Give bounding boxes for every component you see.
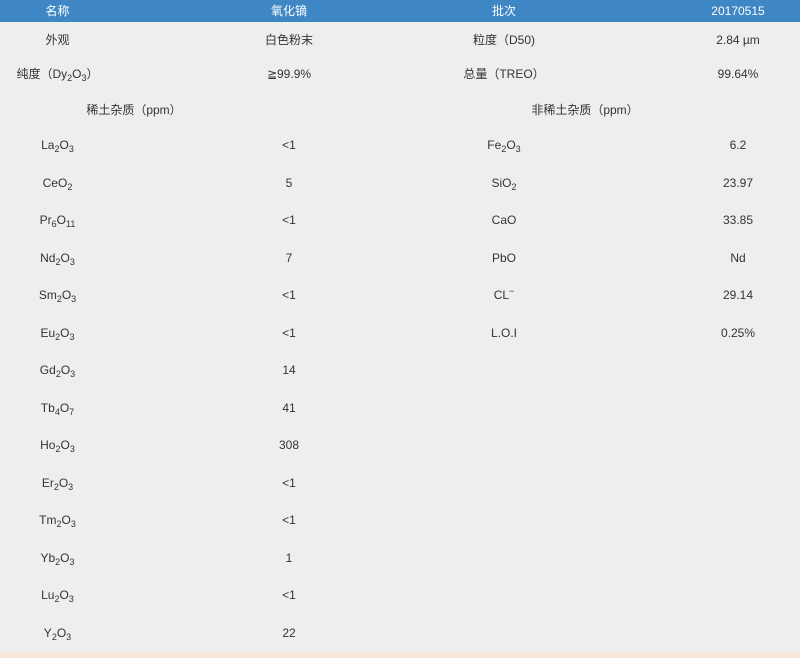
formula-part: Tm bbox=[39, 513, 57, 527]
formula-subscript: 3 bbox=[515, 144, 521, 154]
appearance-value: 白色粉末 bbox=[264, 33, 313, 47]
non-re-impurity-row: L.O.I 0.25% bbox=[0, 323, 800, 343]
re-impurity-name: Er2O3 bbox=[0, 473, 115, 493]
re-impurity-row: Lu2O3 <1 bbox=[0, 585, 800, 605]
formula-part: O bbox=[61, 513, 71, 527]
re-impurity-row: Er2O3 <1 bbox=[0, 473, 800, 493]
formula-subscript: 3 bbox=[69, 444, 75, 454]
re-impurity-name: Y2O3 bbox=[0, 623, 115, 643]
purity-label: 纯度（Dy2O3） bbox=[16, 67, 99, 83]
formula-part: O bbox=[60, 363, 71, 377]
non-re-impurity-row: CaO 33.85 bbox=[0, 210, 800, 230]
non-re-impurity-name: CL− bbox=[420, 285, 588, 305]
non-re-impurity-name: Fe2O3 bbox=[420, 135, 588, 155]
batch-value: 20170515 bbox=[711, 4, 765, 18]
non-re-impurity-value: 33.85 bbox=[722, 213, 754, 227]
batch-label: 批次 bbox=[491, 4, 516, 18]
re-impurity-value: 308 bbox=[278, 438, 300, 452]
formula-part: SiO bbox=[491, 175, 512, 190]
non-re-impurity-row: SiO2 23.97 bbox=[0, 173, 800, 193]
formula-subscript: 3 bbox=[70, 519, 76, 529]
non-re-impurity-row: CL− 29.14 bbox=[0, 285, 800, 305]
re-impurity-row: Ho2O3 308 bbox=[0, 435, 800, 455]
non-re-impurity-name: SiO2 bbox=[420, 173, 588, 193]
formula-part: O bbox=[60, 438, 70, 452]
non-re-impurity-name: L.O.I bbox=[420, 323, 588, 343]
formula-part: L.O.I bbox=[490, 325, 517, 340]
formula-part: O bbox=[60, 550, 70, 565]
non-re-impurity-value: 0.25% bbox=[720, 325, 756, 340]
re-impurity-value: <1 bbox=[282, 475, 296, 490]
re-impurity-row: Gd2O3 14 bbox=[0, 360, 800, 380]
rare-earth-impurities-title: 稀土杂质（ppm） bbox=[86, 103, 182, 117]
name-label: 名称 bbox=[45, 4, 70, 18]
formula-part: Tb bbox=[40, 400, 55, 415]
formula-part: Fe bbox=[487, 138, 502, 152]
formula-subscript: 2 bbox=[511, 181, 517, 192]
re-impurity-row: Tb4O7 41 bbox=[0, 398, 800, 418]
re-impurity-name: Tb4O7 bbox=[0, 398, 115, 418]
formula-subscript: 3 bbox=[66, 631, 72, 642]
re-impurity-value: 1 bbox=[285, 550, 293, 565]
re-impurity-row: Yb2O3 1 bbox=[0, 548, 800, 568]
non-re-impurity-value: 23.97 bbox=[722, 175, 754, 190]
formula-part: O bbox=[59, 588, 69, 602]
formula-part: PbO bbox=[491, 250, 516, 265]
re-impurity-value: 22 bbox=[282, 625, 296, 640]
formula-part: Lu bbox=[41, 588, 55, 602]
formula-part: O bbox=[59, 400, 70, 415]
re-impurity-name: Lu2O3 bbox=[0, 585, 115, 605]
formula-part: O bbox=[56, 625, 67, 640]
formula-part: O bbox=[506, 138, 516, 152]
treo-value: 99.64% bbox=[717, 67, 759, 81]
non-rare-earth-impurities-title: 非稀土杂质（ppm） bbox=[531, 103, 639, 117]
spec-sheet: 名称 氧化镝 批次 20170515 外观 白色粉末 粒度（D50) 2.84 … bbox=[0, 0, 800, 658]
appearance-row: 外观 白色粉末 粒度（D50) 2.84 µm bbox=[0, 30, 800, 50]
re-impurity-name: Yb2O3 bbox=[0, 548, 115, 568]
section-title-row: 稀土杂质（ppm） 非稀土杂质（ppm） bbox=[0, 100, 800, 120]
formula-part: Er bbox=[41, 475, 54, 490]
re-impurity-name: Ho2O3 bbox=[0, 435, 115, 455]
non-re-impurity-name: PbO bbox=[420, 248, 588, 268]
appearance-label: 外观 bbox=[45, 33, 70, 47]
formula-subscript: 3 bbox=[68, 481, 74, 492]
re-impurity-name: Gd2O3 bbox=[0, 360, 115, 380]
formula-part: CL bbox=[493, 288, 510, 302]
formula-part: Y bbox=[43, 625, 52, 640]
formula-subscript: 3 bbox=[69, 556, 75, 567]
formula-part: CaO bbox=[491, 213, 517, 227]
formula-part: Yb bbox=[40, 550, 56, 565]
particle-size-label: 粒度（D50) bbox=[472, 33, 535, 47]
name-value: 氧化镝 bbox=[270, 4, 307, 18]
purity-value: ≧99.9% bbox=[266, 67, 312, 81]
formula-subscript: 7 bbox=[69, 406, 75, 417]
formula-subscript: 3 bbox=[70, 369, 76, 379]
formula-superscript: − bbox=[509, 286, 515, 296]
formula-subscript: 3 bbox=[68, 594, 74, 604]
header-row: 名称 氧化镝 批次 20170515 bbox=[0, 0, 800, 22]
purity-row: 纯度（Dy2O3） ≧99.9% 总量（TREO） 99.64% bbox=[0, 64, 800, 84]
non-re-impurity-name: CaO bbox=[420, 210, 588, 230]
non-re-impurity-value: Nd bbox=[730, 250, 746, 265]
formula-part: O bbox=[58, 475, 69, 490]
non-re-impurity-value: 29.14 bbox=[722, 288, 754, 302]
non-re-impurity-row: Fe2O3 6.2 bbox=[0, 135, 800, 155]
re-impurity-value: 41 bbox=[282, 400, 296, 415]
re-impurity-value: <1 bbox=[282, 513, 296, 527]
non-re-impurity-value: 6.2 bbox=[729, 138, 747, 152]
particle-size-value: 2.84 µm bbox=[716, 33, 760, 47]
treo-label: 总量（TREO） bbox=[463, 67, 545, 81]
re-impurity-row: Tm2O3 <1 bbox=[0, 510, 800, 530]
re-impurity-name: Tm2O3 bbox=[0, 510, 115, 530]
formula-part: Ho bbox=[40, 438, 56, 452]
non-re-impurity-row: PbO Nd bbox=[0, 248, 800, 268]
re-impurity-value: 14 bbox=[282, 363, 296, 377]
footer-strip bbox=[0, 652, 800, 658]
re-impurity-row: Y2O3 22 bbox=[0, 623, 800, 643]
formula-part: Gd bbox=[39, 363, 56, 377]
re-impurity-value: <1 bbox=[282, 588, 296, 602]
